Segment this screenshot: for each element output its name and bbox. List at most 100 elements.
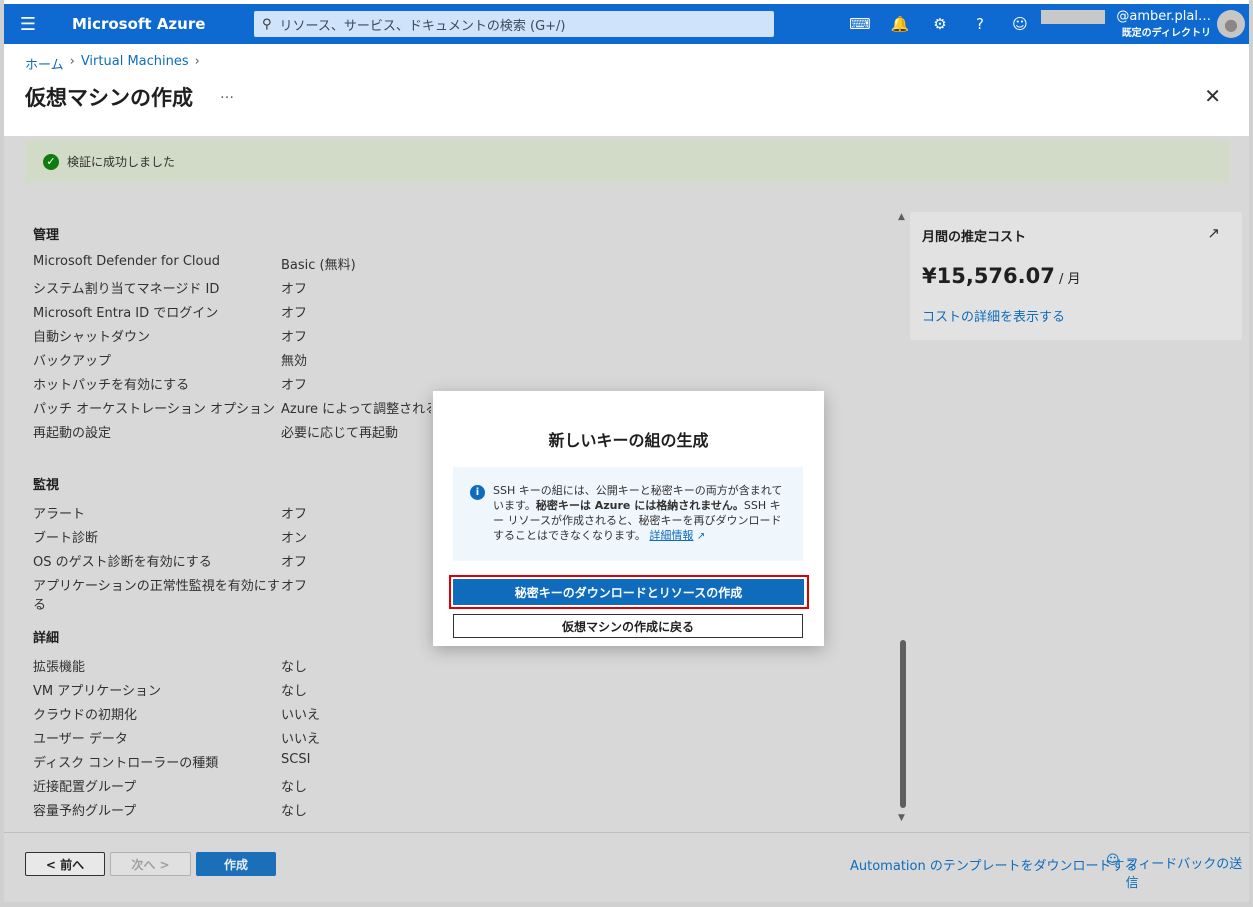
scroll-down-arrow-icon[interactable]: ▼ — [898, 813, 905, 823]
summary-row: システム割り当てマネージド ID オフ — [33, 278, 893, 297]
row-value: オン — [281, 531, 308, 546]
row-label: ユーザー データ — [33, 732, 128, 747]
row-value: オフ — [281, 579, 308, 594]
row-value: なし — [281, 780, 308, 795]
download-template-link[interactable]: Automation のテンプレートをダウンロードする — [850, 855, 1137, 874]
row-value: なし — [281, 660, 308, 675]
chevron-right-icon: › — [194, 54, 200, 69]
help-icon[interactable]: ? — [960, 15, 1000, 33]
row-value: オフ — [281, 555, 308, 570]
info-icon: i — [470, 485, 485, 500]
search-placeholder: リソース、サービス、ドキュメントの検索 (G+/) — [279, 18, 566, 34]
row-label: Microsoft Entra ID でログイン — [33, 306, 219, 321]
download-private-key-and-create-button[interactable]: 秘密キーのダウンロードとリソースの作成 — [453, 579, 804, 605]
summary-row: 近接配置グループ なし — [33, 776, 893, 795]
row-value: なし — [281, 684, 308, 699]
return-to-create-vm-button[interactable]: 仮想マシンの作成に戻る — [453, 614, 803, 638]
user-email: @amber.plal… — [1116, 9, 1211, 24]
summary-row: Microsoft Entra ID でログイン オフ — [33, 302, 893, 321]
chevron-right-icon: › — [69, 54, 75, 69]
summary-row: ユーザー データ いいえ — [33, 728, 893, 747]
cost-details-link[interactable]: コストの詳細を表示する — [922, 306, 1065, 325]
summary-row: ディスク コントローラーの種類 SCSI — [33, 752, 893, 771]
row-value: いいえ — [281, 732, 321, 747]
row-label: ホットパッチを有効にする — [33, 378, 190, 393]
row-value: オフ — [281, 507, 308, 522]
row-label: アラート — [33, 507, 86, 522]
redacted-username — [1041, 10, 1105, 24]
info-text-bold: 秘密キーは Azure には格納されません。 — [535, 499, 744, 512]
bell-icon[interactable]: 🔔 — [880, 15, 920, 33]
row-value: オフ — [281, 282, 308, 297]
page-title: 仮想マシンの作成 — [25, 86, 193, 110]
row-label: 再起動の設定 — [33, 426, 112, 441]
create-button[interactable]: 作成 — [196, 852, 276, 876]
breadcrumb-home[interactable]: ホーム — [25, 54, 64, 73]
section-title-management: 管理 — [33, 228, 60, 243]
row-label: システム割り当てマネージド ID — [33, 282, 220, 297]
row-value: Basic (無料) — [281, 258, 356, 273]
more-options-icon[interactable]: … — [220, 86, 234, 102]
search-icon: ⚲ — [262, 16, 272, 32]
summary-row: 容量予約グループ なし — [33, 800, 893, 819]
row-label: VM アプリケーション — [33, 684, 161, 699]
feedback-icon[interactable]: ☺ — [1000, 15, 1040, 33]
dialog-title: 新しいキーの組の生成 — [548, 431, 709, 450]
previous-button[interactable]: < 前へ — [25, 852, 105, 876]
account-menu[interactable]: @amber.plal… 既定のディレクトリ ● — [1041, 4, 1245, 44]
row-value: オフ — [281, 378, 308, 393]
cost-unit: / 月 — [1054, 272, 1081, 287]
scroll-up-arrow-icon[interactable]: ▲ — [898, 212, 905, 222]
summary-row: VM アプリケーション なし — [33, 680, 893, 699]
section-title-details: 詳細 — [33, 631, 60, 646]
cloud-shell-icon[interactable]: ⌨ — [840, 15, 880, 33]
hamburger-menu-icon[interactable]: ☰ — [4, 4, 52, 44]
feedback-icon: ☺ — [1106, 853, 1120, 868]
summary-row: 拡張機能 なし — [33, 656, 893, 675]
cost-title: 月間の推定コスト — [922, 230, 1027, 245]
feedback-link[interactable]: ☺ フィードバックの送信 — [1106, 853, 1253, 891]
next-button[interactable]: 次へ > — [110, 852, 191, 876]
row-value: いいえ — [281, 708, 321, 723]
cost-amount: ¥15,576.07 — [922, 264, 1055, 288]
window-frame-right — [1249, 0, 1253, 907]
summary-row: クラウドの初期化 いいえ — [33, 704, 893, 723]
window-frame-bottom — [0, 902, 1253, 907]
check-circle-icon: ✓ — [43, 153, 59, 170]
row-value: なし — [281, 804, 308, 819]
row-label: バックアップ — [33, 354, 112, 369]
row-label: ディスク コントローラーの種類 — [33, 756, 219, 771]
summary-row: バックアップ 無効 — [33, 350, 893, 369]
scrollbar-thumb[interactable] — [900, 640, 906, 808]
row-value: オフ — [281, 330, 308, 345]
search-input[interactable]: ⚲ リソース、サービス、ドキュメントの検索 (G+/) — [254, 11, 774, 37]
top-bar: ☰ Microsoft Azure ⚲ リソース、サービス、ドキュメントの検索 … — [4, 4, 1249, 44]
info-message-box: i SSH キーの組には、公開キーと秘密キーの両方が含まれています。秘密キーは … — [453, 467, 803, 561]
row-value: オフ — [281, 306, 308, 321]
row-value: SCSI — [281, 752, 311, 767]
external-link-icon: ↗ — [696, 531, 706, 542]
cost-card: 月間の推定コスト ↗ ¥15,576.07 / 月 コストの詳細を表示する — [910, 212, 1242, 340]
cost-value: ¥15,576.07 / 月 — [922, 264, 1081, 288]
validation-banner: ✓ 検証に成功しました — [25, 140, 1230, 183]
row-label: パッチ オーケストレーション オプション — [33, 402, 276, 417]
feedback-label: フィードバックの送信 — [1125, 857, 1243, 891]
row-value: Azure によって調整されるパッチ — [281, 402, 431, 417]
row-value: 無効 — [281, 354, 308, 369]
breadcrumb-virtual-machines[interactable]: Virtual Machines — [81, 54, 189, 73]
row-value: 必要に応じて再起動 — [281, 426, 399, 441]
section-title-monitoring: 監視 — [33, 478, 60, 493]
user-directory: 既定のディレクトリ — [1121, 28, 1211, 39]
expand-icon[interactable]: ↗ — [1207, 224, 1220, 242]
row-label: アプリケーションの正常性監視を有効にする — [33, 579, 280, 613]
summary-row: 自動シャットダウン オフ — [33, 326, 893, 345]
learn-more-link[interactable]: 詳細情報 — [649, 529, 693, 542]
row-label: クラウドの初期化 — [33, 708, 138, 723]
gear-icon[interactable]: ⚙ — [920, 15, 960, 33]
row-label: OS のゲスト診断を有効にする — [33, 555, 212, 570]
avatar[interactable]: ● — [1217, 10, 1245, 38]
row-label: Microsoft Defender for Cloud — [33, 254, 220, 269]
brand-title[interactable]: Microsoft Azure — [72, 15, 254, 33]
close-icon[interactable]: ✕ — [1204, 84, 1221, 108]
validation-text: 検証に成功しました — [67, 155, 176, 169]
